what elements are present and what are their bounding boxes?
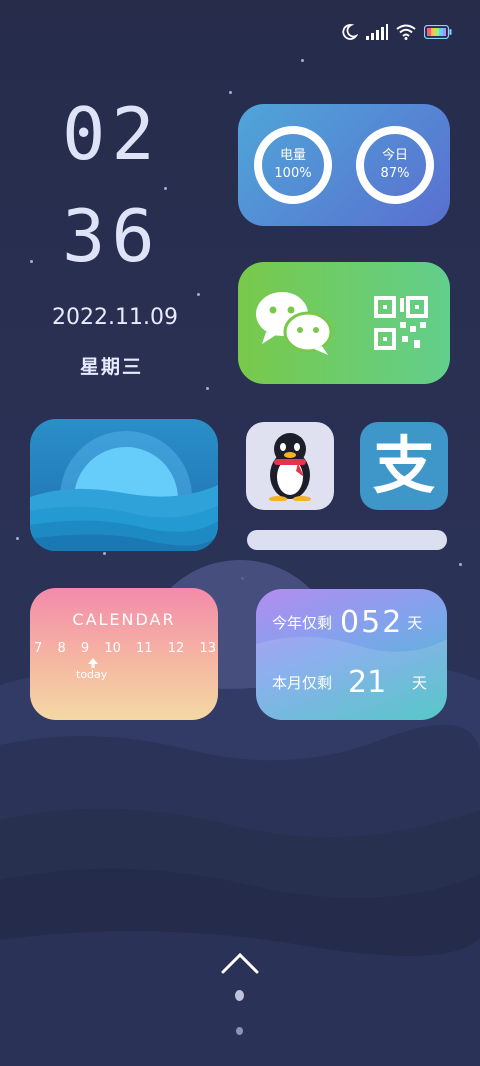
calendar-day: 11 (136, 641, 153, 656)
battery-today-widget[interactable]: 电量 100% 今日 87% (238, 104, 450, 226)
swipe-up-chevron-icon[interactable] (221, 952, 259, 974)
ocean-illustration (30, 431, 218, 551)
calendar-day: 13 (199, 641, 216, 656)
wifi-icon (396, 24, 416, 40)
page-indicator (236, 1027, 243, 1035)
calendar-day: 12 (167, 641, 185, 656)
date-text: 2022.11.09 (52, 305, 178, 330)
ring-label: 电量 (279, 148, 306, 163)
qr-code-icon[interactable] (374, 296, 428, 350)
month-remaining-row: 本月仅剩 21 天 (272, 665, 431, 700)
calendar-day: 7 (34, 641, 43, 656)
alipay-icon: 支 (372, 429, 435, 502)
today-ring: 今日 87% (356, 126, 434, 204)
year-remaining-label: 今年仅剩 (272, 614, 333, 632)
wechat-widget[interactable] (238, 262, 450, 384)
month-remaining-value: 21 (348, 665, 387, 700)
calendar-days-row: 7 8 9 10 11 12 13 (34, 641, 216, 656)
clock-hours: 02 (62, 92, 161, 176)
ring-value: 87% (380, 166, 410, 181)
year-remaining-unit: 天 (407, 614, 423, 632)
search-bar[interactable] (247, 530, 447, 550)
month-remaining-unit: 天 (412, 674, 428, 692)
today-arrow-icon (88, 658, 98, 668)
moon-icon (342, 24, 358, 40)
battery-ring: 电量 100% (254, 126, 332, 204)
ring-label: 今日 (381, 148, 408, 163)
status-bar (340, 20, 452, 44)
ring-value: 100% (274, 166, 312, 181)
signal-icon (366, 24, 388, 40)
qq-app[interactable] (246, 422, 334, 510)
clock-minutes: 36 (62, 194, 161, 278)
calendar-day: 10 (104, 641, 121, 656)
page-indicator-active (235, 990, 244, 1001)
countdown-widget[interactable]: 今年仅剩 052 天 本月仅剩 21 天 (256, 589, 447, 720)
weekday-text: 星期三 (80, 356, 144, 378)
today-label: today (76, 668, 108, 681)
calendar-day: 9 (80, 641, 90, 656)
qq-penguin-icon (269, 433, 311, 501)
wechat-icon (256, 292, 333, 355)
calendar-day: 8 (57, 641, 66, 656)
month-remaining-label: 本月仅剩 (272, 674, 333, 692)
calendar-title: CALENDAR (72, 610, 176, 629)
year-remaining-row: 今年仅剩 052 天 (272, 605, 431, 640)
alipay-app[interactable]: 支 (360, 422, 448, 510)
year-remaining-value: 052 (340, 605, 404, 640)
calendar-widget[interactable]: CALENDAR 7 8 9 10 11 12 13 today (30, 588, 218, 720)
ocean-sunset-widget[interactable] (30, 419, 218, 551)
battery-icon (424, 25, 452, 39)
